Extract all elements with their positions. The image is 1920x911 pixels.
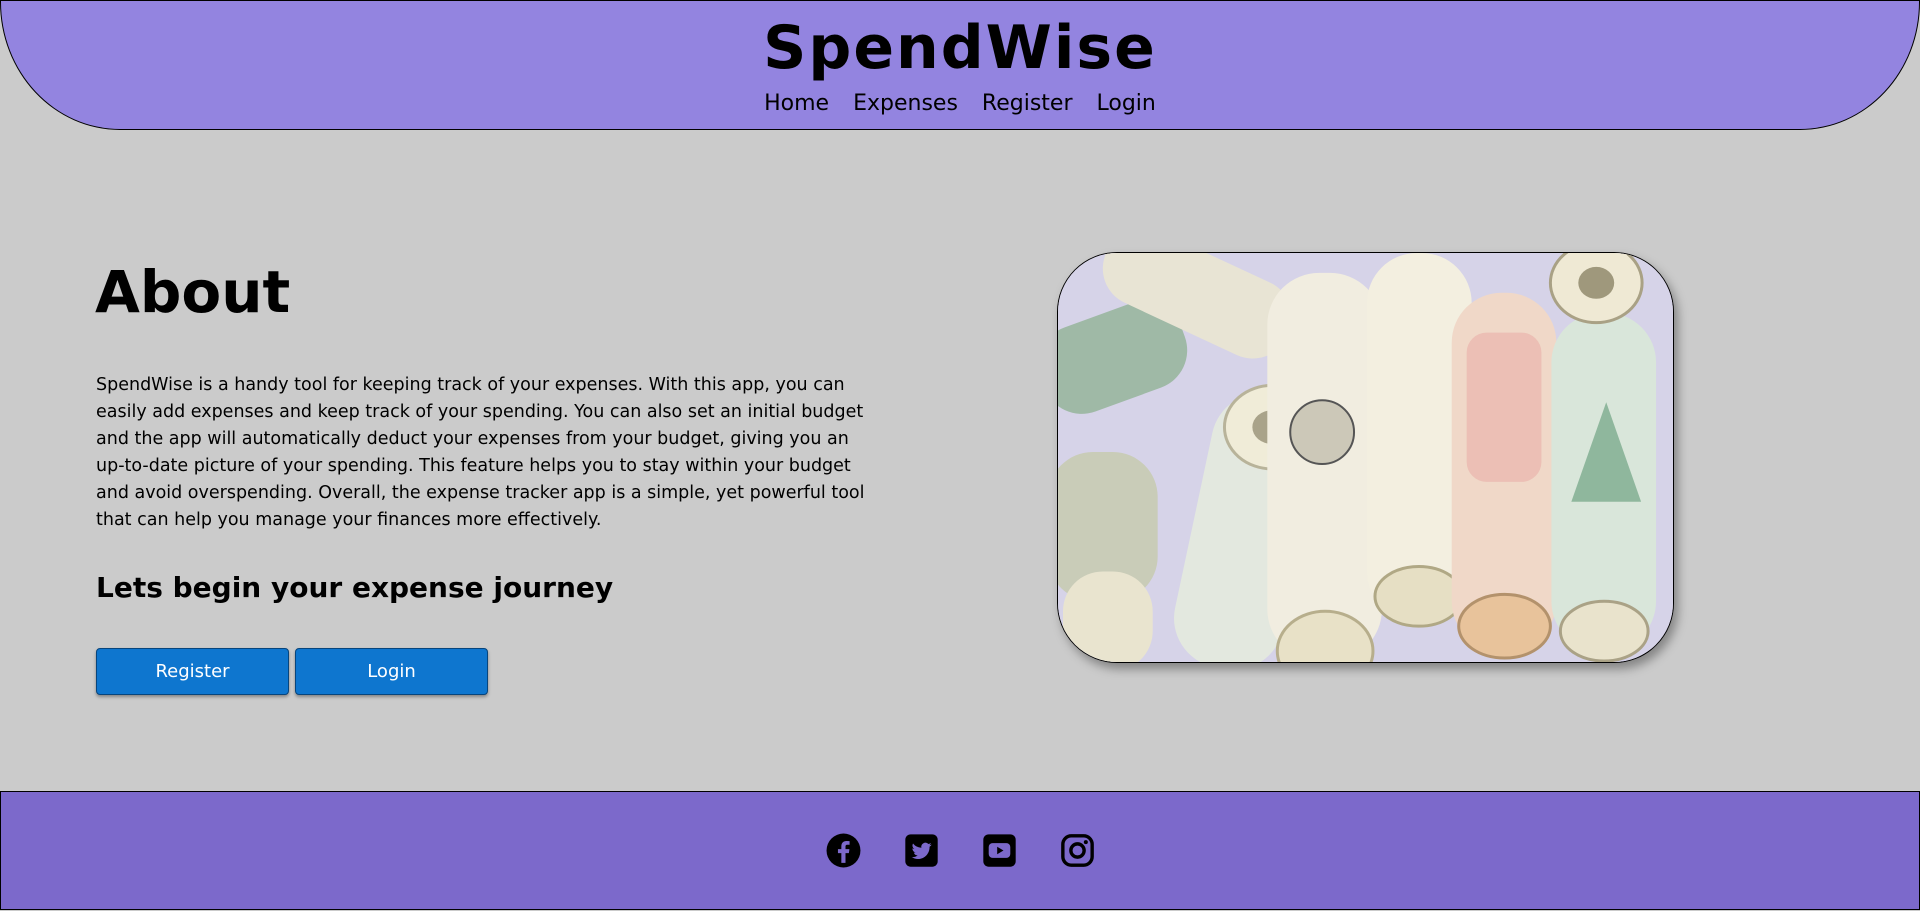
site-header: SpendWise Home Expenses Register Login (0, 0, 1920, 130)
login-button[interactable]: Login (295, 648, 488, 695)
nav-register-link[interactable]: Register (982, 91, 1073, 116)
site-footer (0, 791, 1920, 910)
money-rolls-illustration (1058, 253, 1673, 662)
youtube-icon[interactable] (981, 832, 1018, 869)
twitter-icon[interactable] (903, 832, 940, 869)
nav-home-link[interactable]: Home (764, 91, 829, 116)
register-button[interactable]: Register (96, 648, 289, 695)
nav-login-link[interactable]: Login (1097, 91, 1156, 116)
about-title: About (95, 258, 291, 326)
about-description: SpendWise is a handy tool for keeping tr… (96, 375, 865, 530)
main-nav: Home Expenses Register Login (1, 91, 1919, 116)
money-rolls-image (1057, 252, 1674, 663)
cta-heading: Lets begin your expense journey (96, 571, 614, 604)
facebook-icon[interactable] (825, 832, 862, 869)
nav-expenses-link[interactable]: Expenses (853, 91, 958, 116)
brand-title: SpendWise (763, 13, 1157, 83)
instagram-icon[interactable] (1059, 832, 1096, 869)
